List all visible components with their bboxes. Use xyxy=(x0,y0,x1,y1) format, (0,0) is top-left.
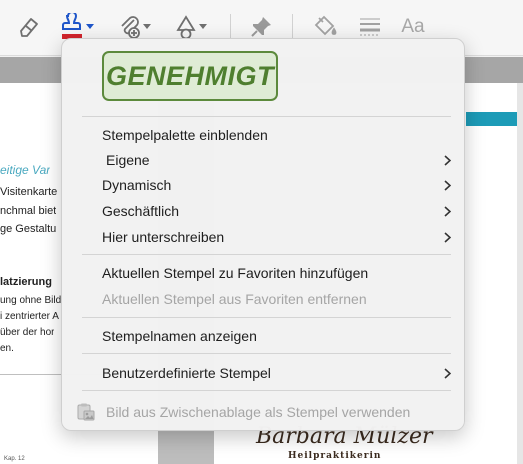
doc-accent-bar xyxy=(466,112,523,126)
doc-text-line: ge Gestaltu xyxy=(0,223,57,235)
menu-separator xyxy=(82,353,451,354)
menu-item-label: Hier unterschreiben xyxy=(102,229,225,245)
current-stamp-preview[interactable]: GENEHMIGT xyxy=(102,51,278,101)
menu-item-sign-here[interactable]: Hier unterschreiben xyxy=(102,225,452,249)
doc-text-line: latzierung xyxy=(0,276,52,288)
eraser-icon[interactable] xyxy=(14,12,44,42)
chevron-right-icon xyxy=(442,231,452,243)
stamp-preview-text: GENEHMIGT xyxy=(105,60,274,91)
toolbar-divider xyxy=(230,14,231,40)
menu-separator xyxy=(82,317,451,318)
toolbar-divider xyxy=(292,14,293,40)
menu-item-label: Dynamisch xyxy=(102,177,172,193)
menu-separator xyxy=(82,254,451,255)
stamp-menu: GENEHMIGT Stempelpalette einblenden Eige… xyxy=(61,38,465,431)
shapes-icon xyxy=(175,15,196,40)
menu-item-label: Geschäftlich xyxy=(102,203,180,219)
menu-item-own[interactable]: Eigene xyxy=(102,148,452,172)
chevron-down-icon xyxy=(142,24,151,29)
doc-text-line: eitige Var xyxy=(0,163,51,177)
clipboard-icon xyxy=(77,403,95,421)
business-card-title: Heilpraktikerin xyxy=(288,451,382,461)
menu-item-label: Aktuellen Stempel zu Favoriten hinzufüge… xyxy=(102,265,369,281)
menu-item-label: Stempelpalette einblenden xyxy=(102,127,268,143)
menu-item-label: Eigene xyxy=(106,152,150,168)
chevron-down-icon xyxy=(85,24,94,29)
chevron-right-icon xyxy=(442,205,452,217)
document-scroll-edge xyxy=(517,83,523,464)
chevron-right-icon xyxy=(442,367,452,379)
chevron-right-icon xyxy=(442,179,452,191)
menu-item-add-favorite[interactable]: Aktuellen Stempel zu Favoriten hinzufüge… xyxy=(102,261,452,285)
menu-item-label: Stempelnamen anzeigen xyxy=(102,328,257,344)
chevron-right-icon xyxy=(442,154,452,166)
menu-item-label: Benutzerdefinierte Stempel xyxy=(102,365,271,381)
menu-item-custom-stamps[interactable]: Benutzerdefinierte Stempel xyxy=(102,361,452,385)
chevron-down-icon xyxy=(198,24,207,29)
menu-item-label: Aktuellen Stempel aus Favoriten entferne… xyxy=(102,291,367,307)
menu-separator xyxy=(82,390,451,391)
doc-footer-note: Kap. 12 xyxy=(4,456,25,462)
doc-text-line: ung ohne Bild xyxy=(0,295,62,306)
menu-item-remove-favorite: Aktuellen Stempel aus Favoriten entferne… xyxy=(102,287,452,311)
doc-text-line: Visitenkarte xyxy=(0,186,58,198)
doc-text-line: über der hor xyxy=(0,327,55,338)
doc-text-line: en. xyxy=(0,343,14,354)
menu-item-show-stamp-names[interactable]: Stempelnamen anzeigen xyxy=(102,324,452,348)
menu-item-show-stamp-palette[interactable]: Stempelpalette einblenden xyxy=(102,123,452,147)
attach-icon xyxy=(120,16,140,39)
doc-text-line: nchmal biet xyxy=(0,205,57,217)
menu-item-clipboard-as-stamp: Bild aus Zwischenablage als Stempel verw… xyxy=(76,399,452,425)
menu-item-dynamic[interactable]: Dynamisch xyxy=(102,173,452,197)
stamp-icon xyxy=(61,13,82,39)
font-label: Aa xyxy=(401,16,425,37)
menu-item-business[interactable]: Geschäftlich xyxy=(102,199,452,223)
doc-text-line: i zentrierter A xyxy=(0,311,59,322)
menu-item-label: Bild aus Zwischenablage als Stempel verw… xyxy=(106,404,411,420)
menu-separator xyxy=(82,116,451,117)
